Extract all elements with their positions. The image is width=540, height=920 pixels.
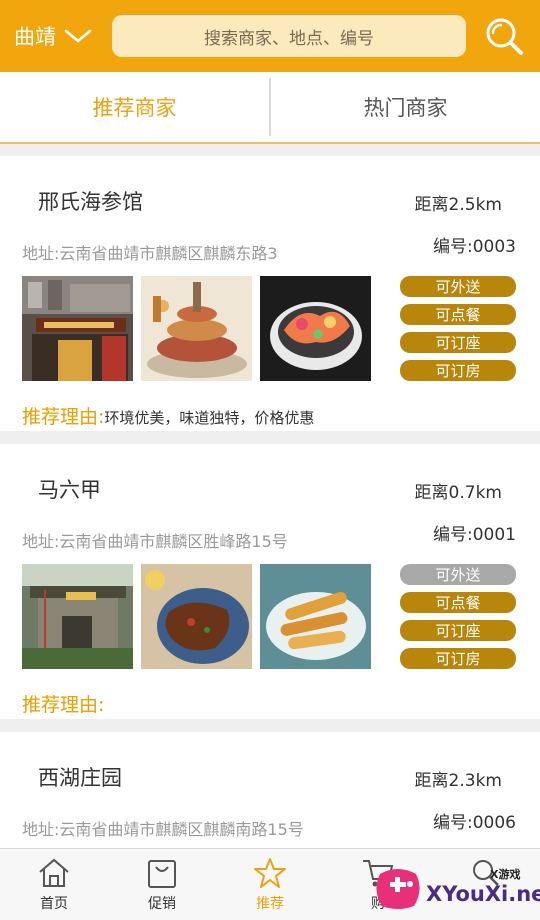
search-icon: [486, 18, 523, 55]
merchant-name: 西湖庄园: [38, 766, 122, 790]
merchant-number: 编号:0003: [433, 237, 516, 257]
merchant-card[interactable]: 马六甲 距离0.7km 地址:云南省曲靖市麒麟区胜峰路15号 编号:0001 可…: [0, 444, 540, 719]
tab-popular[interactable]: 热门商家: [271, 72, 540, 142]
watermark-text: XYouXi.net: [426, 882, 540, 906]
nav-home[interactable]: 首页: [0, 849, 108, 920]
city-selector[interactable]: 曲靖: [14, 21, 92, 51]
badge-reserve-room[interactable]: 可订房: [400, 648, 516, 669]
merchant-photos: [22, 564, 379, 669]
service-badges: 可外送 可点餐 可订座 可订房: [400, 276, 516, 388]
badge-delivery[interactable]: 可外送: [400, 276, 516, 297]
badge-reserve-room[interactable]: 可订房: [400, 360, 516, 381]
merchant-tabs: 推荐商家 热门商家: [0, 72, 540, 144]
badge-reserve-seat[interactable]: 可订座: [400, 332, 516, 353]
reason-text: 环境优美，味道独特，价格优惠: [104, 409, 315, 427]
storefront-photo[interactable]: [22, 564, 133, 669]
tab-label: 推荐商家: [92, 96, 177, 120]
shopping-bag-icon: [148, 860, 176, 888]
merchant-address: 地址:云南省曲靖市麒麟区胜峰路15号: [22, 532, 288, 551]
merchant-address: 地址:云南省曲靖市麒麟区麒麟东路3: [22, 244, 278, 263]
watermark-small: X游戏: [490, 868, 521, 881]
nav-promotions[interactable]: 促销: [108, 849, 216, 920]
nav-label: 首页: [40, 896, 68, 912]
merchant-number: 编号:0001: [433, 525, 516, 545]
gamepad-logo-icon: [376, 869, 420, 909]
spring-rolls-photo[interactable]: [260, 564, 371, 669]
top-bar: 曲靖 搜索商家、地点、编号: [0, 0, 540, 72]
star-icon: [254, 858, 286, 888]
storefront-photo[interactable]: [22, 276, 133, 381]
nav-label: 推荐: [256, 896, 284, 912]
merchant-address: 地址:云南省曲靖市麒麟区麒麟南路15号: [22, 820, 304, 839]
home-icon: [39, 858, 69, 887]
sashimi-plate-photo[interactable]: [260, 276, 371, 381]
badge-order[interactable]: 可点餐: [400, 592, 516, 613]
merchant-name: 马六甲: [38, 478, 101, 502]
merchant-name: 邢氏海参馆: [38, 190, 143, 214]
merchant-number: 编号:0006: [433, 813, 516, 833]
watermark: X游戏 XYouXi.net: [370, 858, 540, 918]
merchant-distance: 距离2.5km: [414, 195, 502, 215]
tab-label: 热门商家: [363, 96, 448, 120]
grilled-meat-photo[interactable]: [141, 564, 252, 669]
city-label: 曲靖: [14, 25, 56, 49]
service-badges: 可外送 可点餐 可订座 可订房: [400, 564, 516, 676]
reason-label: 推荐理由:: [22, 694, 105, 716]
search-button[interactable]: [482, 14, 526, 58]
merchant-card[interactable]: 邢氏海参馆 距离2.5km 地址:云南省曲靖市麒麟区麒麟东路3 编号:0003: [0, 156, 540, 431]
recommend-reason: 推荐理由:: [22, 690, 104, 717]
nav-recommend[interactable]: 推荐: [216, 849, 324, 920]
chevron-down-icon: [64, 29, 92, 43]
merchant-distance: 距离0.7km: [414, 483, 502, 503]
merchant-distance: 距离2.3km: [414, 771, 502, 791]
search-input[interactable]: 搜索商家、地点、编号: [112, 15, 466, 57]
badge-reserve-seat[interactable]: 可订座: [400, 620, 516, 641]
app-screen: 曲靖 搜索商家、地点、编号 推荐商家 热门商家 邢氏海参馆 距离2.5km 地址…: [0, 0, 540, 920]
badge-delivery[interactable]: 可外送: [400, 564, 516, 585]
search-placeholder: 搜索商家、地点、编号: [204, 28, 374, 49]
reason-label: 推荐理由:: [22, 406, 105, 428]
tab-recommended[interactable]: 推荐商家: [0, 72, 269, 142]
merchant-photos: [22, 276, 379, 381]
badge-order[interactable]: 可点餐: [400, 304, 516, 325]
recommend-reason: 推荐理由:环境优美，味道独特，价格优惠: [22, 402, 314, 429]
seafood-tower-photo[interactable]: [141, 276, 252, 381]
nav-label: 促销: [148, 896, 176, 912]
